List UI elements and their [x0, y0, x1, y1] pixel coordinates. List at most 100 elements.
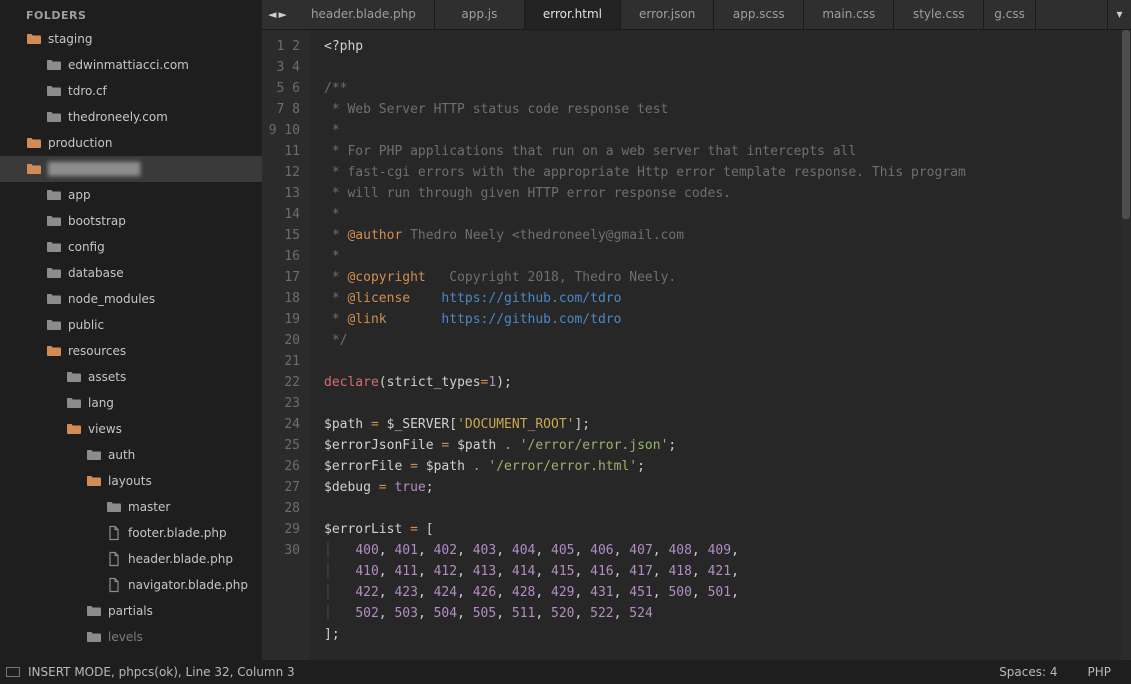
tab[interactable]: main.css [804, 0, 894, 29]
folder-icon [46, 83, 62, 99]
sidebar-heading: FOLDERS [0, 0, 262, 26]
status-bar: INSERT MODE, phpcs(ok), Line 32, Column … [0, 660, 1131, 684]
folder-item[interactable]: bootstrap [0, 208, 262, 234]
folder-item[interactable]: public [0, 312, 262, 338]
folder-icon [46, 239, 62, 255]
folder-item[interactable]: tdro.cf [0, 78, 262, 104]
tab-label: error.json [639, 7, 695, 21]
tab-label: app.js [461, 7, 497, 21]
folder-open-icon [66, 421, 82, 437]
tree-item-label: config [68, 240, 105, 254]
folder-item[interactable]: auth [0, 442, 262, 468]
folder-icon [86, 603, 102, 619]
folder-icon [66, 395, 82, 411]
folder-item[interactable]: production [0, 130, 262, 156]
tab[interactable]: header.blade.php [293, 0, 435, 29]
tree-item-label: views [88, 422, 122, 436]
folder-item[interactable]: node_modules [0, 286, 262, 312]
tree-item-label: thedroneely.com [68, 110, 168, 124]
tab-overflow-button[interactable]: ▾ [1107, 0, 1131, 29]
folder-icon [106, 499, 122, 515]
file-tree: staging edwinmattiacci.com tdro.cf thedrone… [0, 26, 262, 650]
tree-item-label: ██████████ [48, 162, 140, 176]
folder-item[interactable]: app [0, 182, 262, 208]
file-icon [106, 551, 122, 567]
tree-item-label: partials [108, 604, 153, 618]
folder-item[interactable]: layouts [0, 468, 262, 494]
chevron-down-icon: ▾ [1116, 7, 1122, 21]
tab[interactable]: error.json [621, 0, 714, 29]
folder-open-icon [46, 343, 62, 359]
folder-item[interactable]: database [0, 260, 262, 286]
status-left-text: INSERT MODE, phpcs(ok), Line 32, Column … [28, 665, 295, 679]
folder-item[interactable]: config [0, 234, 262, 260]
tab[interactable]: app.scss [714, 0, 804, 29]
tab-label: header.blade.php [311, 7, 416, 21]
sidebar[interactable]: FOLDERS staging edwinmattiacci.com tdro.cf… [0, 0, 262, 660]
tree-item-label: navigator.blade.php [128, 578, 248, 592]
folder-icon [46, 265, 62, 281]
status-spaces[interactable]: Spaces: 4 [999, 665, 1057, 679]
tree-item-label: footer.blade.php [128, 526, 227, 540]
status-panel-icon[interactable] [6, 667, 20, 677]
tree-item-label: edwinmattiacci.com [68, 58, 189, 72]
folder-open-icon [86, 473, 102, 489]
tree-item-label: levels [108, 630, 143, 644]
tree-item-label: tdro.cf [68, 84, 107, 98]
folder-icon [46, 57, 62, 73]
file-item[interactable]: header.blade.php [0, 546, 262, 572]
folder-item[interactable]: assets [0, 364, 262, 390]
tree-item-label: node_modules [68, 292, 155, 306]
folder-icon [66, 369, 82, 385]
code-editor[interactable]: 1 2 3 4 5 6 7 8 9 10 11 12 13 14 15 16 1… [262, 30, 1131, 661]
tab-label: main.css [822, 7, 875, 21]
folder-item[interactable]: views [0, 416, 262, 442]
tab[interactable]: style.css [894, 0, 984, 29]
folder-item[interactable]: resources [0, 338, 262, 364]
tree-item-label: header.blade.php [128, 552, 233, 566]
tree-item-label: layouts [108, 474, 152, 488]
tab[interactable]: app.js [435, 0, 525, 29]
folder-item[interactable]: partials [0, 598, 262, 624]
folder-item[interactable]: staging [0, 26, 262, 52]
tree-item-label: public [68, 318, 104, 332]
file-item[interactable]: navigator.blade.php [0, 572, 262, 598]
file-item[interactable]: footer.blade.php [0, 520, 262, 546]
folder-icon [46, 291, 62, 307]
tab[interactable]: g.css [984, 0, 1036, 29]
tree-item-label: master [128, 500, 170, 514]
folder-icon [86, 629, 102, 645]
scrollbar-thumb[interactable] [1122, 30, 1130, 219]
folder-icon [46, 109, 62, 125]
tree-item-label: resources [68, 344, 126, 358]
tab[interactable]: error.html [525, 0, 621, 29]
folder-icon [46, 317, 62, 333]
tree-item-label: app [68, 188, 91, 202]
tab-label: style.css [913, 7, 965, 21]
folder-item[interactable]: lang [0, 390, 262, 416]
folder-open-icon [26, 31, 42, 47]
folder-item[interactable]: thedroneely.com [0, 104, 262, 130]
file-icon [106, 577, 122, 593]
folder-open-icon [26, 135, 42, 151]
status-language[interactable]: PHP [1088, 665, 1112, 679]
tab-label: g.css [994, 7, 1025, 21]
file-icon [106, 525, 122, 541]
folder-icon [46, 213, 62, 229]
tab-scroll-arrows[interactable]: ◄ ► [262, 0, 293, 29]
tree-item-label: bootstrap [68, 214, 126, 228]
tree-item-label: staging [48, 32, 92, 46]
tab-bar: ◄ ► header.blade.php app.js error.html erro… [262, 0, 1131, 30]
tab-label: app.scss [733, 7, 785, 21]
tab-right-arrow-icon[interactable]: ► [278, 8, 286, 21]
folder-item[interactable]: master [0, 494, 262, 520]
tree-item-label: auth [108, 448, 135, 462]
folder-item[interactable]: levels [0, 624, 262, 650]
code-content[interactable]: <?php /** * Web Server HTTP status code … [310, 30, 1131, 661]
folder-item[interactable]: edwinmattiacci.com [0, 52, 262, 78]
vertical-scrollbar[interactable] [1121, 30, 1131, 661]
folder-item[interactable]: ██████████ [0, 156, 262, 182]
folder-icon [46, 187, 62, 203]
folder-icon [86, 447, 102, 463]
tab-left-arrow-icon[interactable]: ◄ [268, 8, 276, 21]
